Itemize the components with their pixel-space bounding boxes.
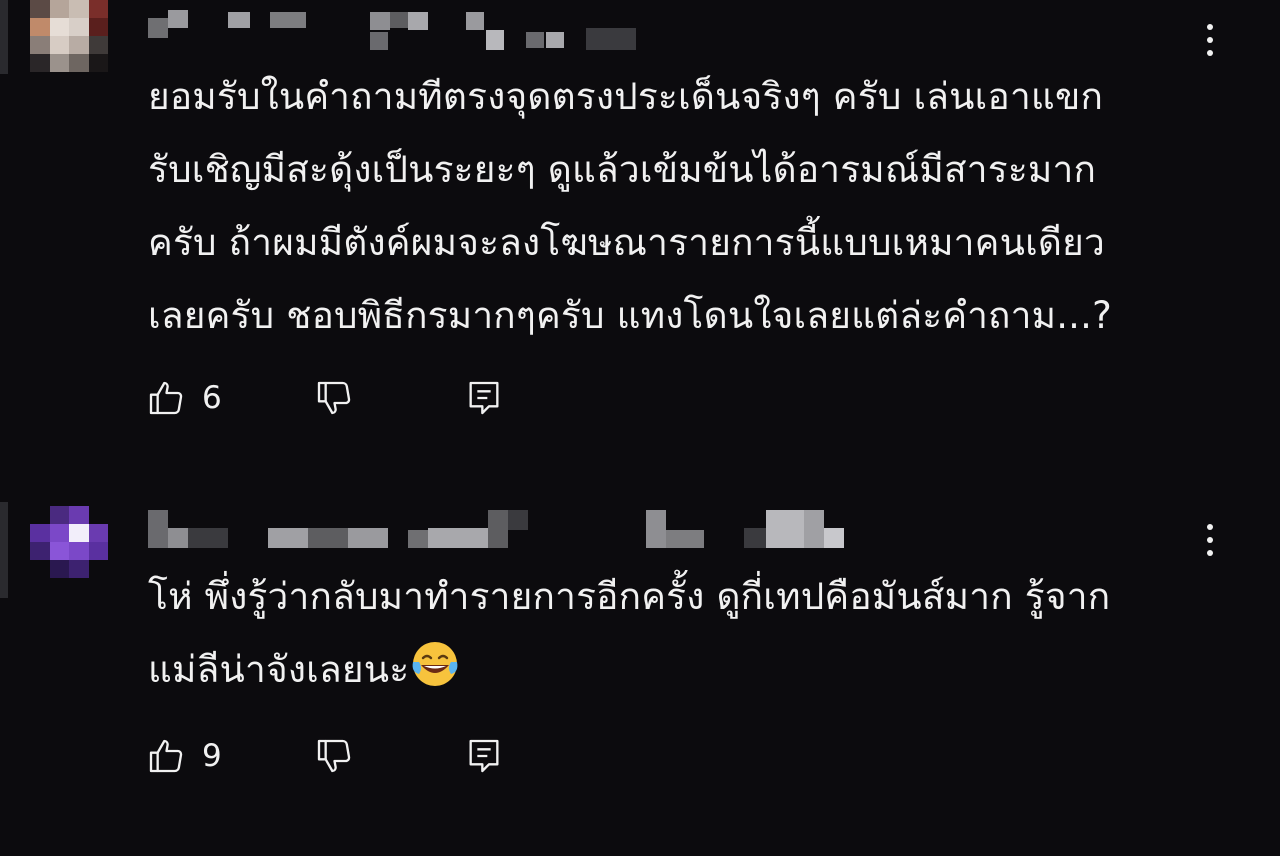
avatar-pixel	[69, 542, 89, 560]
avatar-pixel	[88, 560, 108, 578]
avatar-pixel	[30, 560, 50, 578]
dislike-button[interactable]	[314, 736, 354, 776]
avatar-pixel	[88, 542, 108, 560]
avatar-pixel	[30, 36, 50, 54]
avatar-pixel	[49, 506, 69, 524]
avatar-pixel	[88, 0, 108, 18]
avatar-pixel	[30, 506, 50, 524]
avatar-pixel	[88, 18, 108, 36]
avatar-pixel	[49, 0, 69, 18]
avatar-pixel	[49, 542, 69, 560]
username-redacted[interactable]	[148, 508, 848, 548]
comment-text: ยอมรับในคำถามทีตรงจุดตรงประเด็นจริงๆ ครั…	[148, 75, 1112, 337]
avatar-pixel	[30, 524, 50, 542]
avatar-pixel	[30, 0, 50, 18]
avatar-pixel	[69, 506, 89, 524]
dislike-button[interactable]	[314, 378, 354, 418]
avatar-pixel	[69, 36, 89, 54]
avatar-pixel	[88, 54, 108, 72]
like-button[interactable]: 6	[146, 378, 222, 418]
like-count: 9	[202, 738, 222, 774]
thumbs-down-icon	[317, 739, 351, 773]
comment-menu-button[interactable]	[1198, 520, 1222, 560]
scroll-edge	[0, 502, 8, 598]
thumbs-down-icon	[317, 381, 351, 415]
avatar-pixel	[49, 560, 69, 578]
username-redacted[interactable]	[148, 8, 648, 50]
thumbs-up-icon	[149, 739, 183, 773]
like-count: 6	[202, 380, 222, 416]
thumbs-up-icon	[149, 381, 183, 415]
avatar-pixel	[69, 524, 89, 542]
avatar[interactable]	[30, 506, 108, 578]
comment-text: โห่ พึ่งรู้ว่ากลับมาทำรายการอีกครั้ง ดูก…	[148, 575, 1111, 691]
reply-button[interactable]	[464, 736, 504, 776]
avatar-pixel	[30, 542, 50, 560]
comment-thread-item: ยอมรับในคำถามทีตรงจุดตรงประเด็นจริงๆ ครั…	[0, 0, 1280, 440]
reply-comment-icon	[469, 739, 499, 773]
avatar-pixel	[49, 54, 69, 72]
scroll-edge	[0, 0, 8, 74]
reply-comment-icon	[469, 381, 499, 415]
face-with-tears-of-joy-icon	[412, 642, 458, 686]
comment-actions: 9	[146, 734, 499, 778]
reply-button[interactable]	[464, 378, 504, 418]
avatar-pixel	[69, 18, 89, 36]
avatar-pixel	[69, 54, 89, 72]
avatar[interactable]	[30, 0, 108, 72]
like-button[interactable]: 9	[146, 736, 222, 776]
avatar-pixel	[69, 560, 89, 578]
avatar-pixel	[49, 36, 69, 54]
more-vertical-icon	[1207, 524, 1213, 530]
avatar-pixel	[88, 524, 108, 542]
avatar-pixel	[88, 36, 108, 54]
comment-thread-item: โห่ พึ่งรู้ว่ากลับมาทำรายการอีกครั้ง ดูก…	[0, 496, 1280, 816]
avatar-pixel	[49, 524, 69, 542]
avatar-pixel	[49, 18, 69, 36]
avatar-pixel	[30, 18, 50, 36]
comment-menu-button[interactable]	[1198, 20, 1222, 60]
avatar-pixel	[30, 54, 50, 72]
avatar-pixel	[69, 0, 89, 18]
avatar-pixel	[88, 506, 108, 524]
more-vertical-icon	[1207, 24, 1213, 30]
comment-actions: 6	[146, 376, 499, 420]
